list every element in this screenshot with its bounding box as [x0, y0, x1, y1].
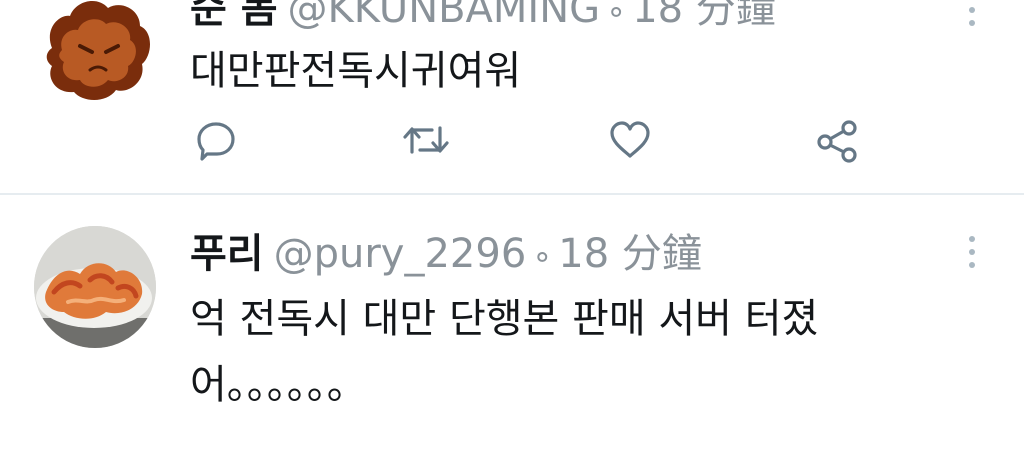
more-options-icon[interactable] [960, 0, 984, 28]
timestamp[interactable]: 18 分鐘 [632, 0, 776, 32]
share-icon[interactable] [814, 118, 864, 168]
tweet-card[interactable]: 순 몸 @KKUNBAMING ∘ 18 分鐘 대만판전독시귀여워 [0, 0, 1024, 195]
like-icon[interactable] [608, 118, 658, 168]
user-handle[interactable]: @KKUNBAMING [288, 0, 601, 32]
tweet-card[interactable]: 푸리 @pury_2296 ∘ 18 分鐘 억 전독시 대만 단행본 판매 서버 터졌… [0, 196, 1024, 456]
avatar-image [46, 1, 150, 101]
avatar-image [34, 226, 156, 348]
more-options-icon[interactable] [960, 236, 984, 270]
tweet-text: 억 전독시 대만 단행본 판매 서버 터졌어。。。。。。 [190, 296, 819, 408]
separator-dot: ∘ [532, 237, 553, 275]
retweet-icon[interactable] [402, 118, 452, 168]
reply-icon[interactable] [194, 118, 244, 168]
tweet-header: 순 몸 @KKUNBAMING ∘ 18 分鐘 [190, 0, 776, 35]
display-name[interactable]: 순 몸 [190, 0, 278, 32]
tweet-text: 대만판전독시귀여워 [190, 48, 522, 94]
display-name[interactable]: 푸리 [190, 231, 264, 277]
user-handle[interactable]: @pury_2296 [274, 231, 527, 277]
avatar[interactable] [36, 0, 158, 110]
separator-dot: ∘ [606, 0, 627, 30]
timestamp[interactable]: 18 分鐘 [558, 231, 702, 277]
tweet-header: 푸리 @pury_2296 ∘ 18 分鐘 [190, 230, 702, 280]
tweet-divider [0, 193, 1024, 195]
avatar[interactable] [34, 226, 156, 348]
